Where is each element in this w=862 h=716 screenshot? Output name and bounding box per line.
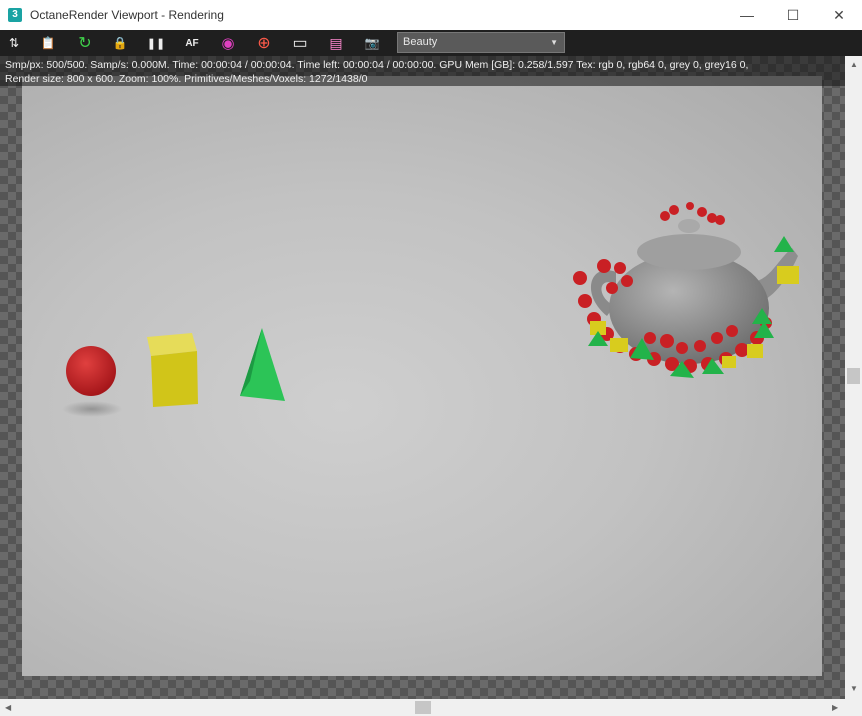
scroll-right-icon[interactable]: ▶ [832,703,838,712]
copy-to-clipboard-icon[interactable]: 📋 [38,33,58,53]
scroll-down-icon[interactable]: ▼ [850,684,858,693]
send-to-max-icon[interactable]: ⇅ [4,33,24,53]
render-viewport[interactable]: Smp/px: 500/500. Samp/s: 0.000M. Time: 0… [0,56,845,699]
lock-icon[interactable]: 🔒 [110,33,130,53]
maximize-button[interactable]: ☐ [770,0,816,30]
chevron-down-icon: ▼ [550,38,558,47]
af-focus-icon[interactable]: AF [182,33,202,53]
region-render-icon[interactable]: ⊕ [254,33,274,53]
film-icon[interactable]: ▤ [326,33,346,53]
teapot-cluster [573,202,799,378]
color-picker-icon[interactable]: ◉ [218,33,238,53]
display-icon[interactable]: ▭ [290,33,310,53]
title-bar: 3 OctaneRender Viewport - Rendering — ☐ … [0,0,862,30]
camera-icon[interactable]: 📷 [362,33,382,53]
horizontal-scrollbar[interactable]: ◀ ▶ [0,699,845,716]
scroll-up-icon[interactable]: ▲ [850,60,858,69]
status-line-2: Render size: 800 x 600. Zoom: 100%. Prim… [5,73,368,85]
render-pass-value: Beauty [403,36,438,48]
render-statistics: Smp/px: 500/500. Samp/s: 0.000M. Time: 0… [0,56,845,86]
app-icon: 3 [8,8,22,22]
status-line-1: Smp/px: 500/500. Samp/s: 0.000M. Time: 0… [5,59,749,71]
scroll-left-icon[interactable]: ◀ [5,703,11,712]
toolbar: ⇅ 📋 ↻ 🔒 ❚❚ AF ◉ ⊕ ▭ ▤ 📷 Beauty ▼ [0,30,862,56]
close-button[interactable]: ✕ [816,0,862,30]
restart-render-icon[interactable]: ↻ [75,33,95,53]
scrollbar-corner [845,699,862,716]
red-sphere [66,346,116,396]
minimize-button[interactable]: — [724,0,770,30]
render-pass-select[interactable]: Beauty ▼ [397,32,565,53]
green-pyramid [240,328,285,401]
window-title: OctaneRender Viewport - Rendering [30,8,224,22]
horizontal-scroll-thumb[interactable] [415,701,431,714]
vertical-scrollbar[interactable]: ▲ ▼ [845,56,862,699]
vertical-scroll-thumb[interactable] [847,368,860,384]
rendered-scene [62,202,799,417]
pause-icon[interactable]: ❚❚ [146,33,166,53]
yellow-cube [147,333,198,407]
render-image [22,76,822,676]
